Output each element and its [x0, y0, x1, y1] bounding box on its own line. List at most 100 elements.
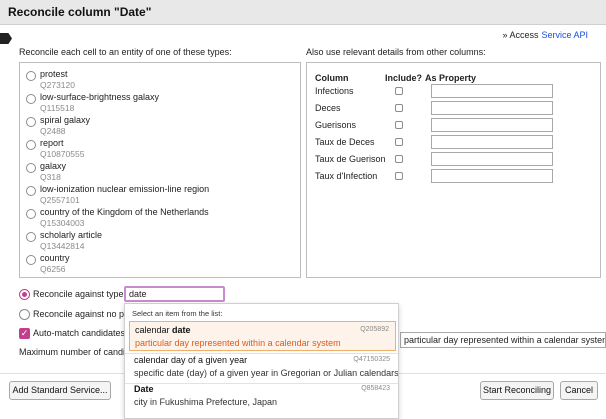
- column-row: Taux d'Infection: [315, 169, 595, 186]
- type-radio[interactable]: [26, 71, 36, 81]
- include-header: Include?: [385, 73, 423, 83]
- type-name: low-surface-brightness galaxy: [40, 92, 160, 102]
- suggestion-name: calendar date: [135, 325, 191, 335]
- type-radio[interactable]: [26, 163, 36, 173]
- type-id: Q273120: [40, 80, 75, 90]
- type-option[interactable]: report Q10870555: [20, 138, 300, 161]
- property-input[interactable]: [431, 135, 553, 149]
- column-name: Taux de Deces: [315, 137, 375, 147]
- type-radio[interactable]: [26, 209, 36, 219]
- type-suggestions-dropdown: Select an item from the list: calendar d…: [124, 303, 399, 419]
- type-option[interactable]: scholarly article Q13442814: [20, 230, 300, 253]
- start-reconciling-button[interactable]: Start Reconciling: [480, 381, 554, 400]
- type-id: Q318: [40, 172, 61, 182]
- column-name: Infections: [315, 86, 354, 96]
- property-input[interactable]: [431, 169, 553, 183]
- suggestion-item[interactable]: calendar day of a given year Q47150325 s…: [129, 352, 399, 382]
- no-particular-type-label: Reconcile against no pa: [33, 309, 130, 319]
- type-radio[interactable]: [26, 140, 36, 150]
- dropdown-hint: Select an item from the list:: [132, 309, 223, 318]
- type-option[interactable]: galaxy Q318: [20, 161, 300, 184]
- type-id: Q2557101: [40, 195, 80, 205]
- suggestion-name: calendar day of a given year: [134, 355, 247, 365]
- column-name: Taux d'Infection: [315, 171, 378, 181]
- column-row: Guerisons: [315, 118, 595, 135]
- property-input[interactable]: [431, 152, 553, 166]
- add-standard-service-button[interactable]: Add Standard Service...: [9, 381, 111, 400]
- suggestion-description: city in Fukushima Prefecture, Japan: [134, 397, 278, 407]
- type-option[interactable]: country of the Kingdom of the Netherland…: [20, 207, 300, 230]
- suggestion-id: Q858423: [361, 385, 390, 392]
- type-name: protest: [40, 69, 68, 79]
- include-checkbox[interactable]: [395, 155, 403, 163]
- property-input[interactable]: [431, 118, 553, 132]
- panel-toggle-icon[interactable]: [0, 33, 12, 44]
- suggestion-name-match: Date: [134, 384, 154, 394]
- type-name: scholarly article: [40, 230, 103, 240]
- type-radio[interactable]: [26, 117, 36, 127]
- against-type-label: Reconcile against type:: [33, 289, 127, 299]
- property-header: As Property: [425, 73, 477, 83]
- type-name: country of the Kingdom of the Netherland…: [40, 207, 209, 217]
- type-id: Q10870555: [40, 149, 85, 159]
- type-name: report: [40, 138, 64, 148]
- type-name: low-ionization nuclear emission-line reg…: [40, 184, 210, 194]
- include-checkbox[interactable]: [395, 172, 403, 180]
- type-name: galaxy: [40, 161, 67, 171]
- columns-table: Column Include? As Property Infections D…: [306, 62, 601, 278]
- type-search-input[interactable]: date: [124, 286, 225, 302]
- property-value-input[interactable]: particular day represented within a cale…: [400, 332, 606, 348]
- column-row: Taux de Deces: [315, 135, 595, 152]
- suggestion-name-plain: calendar day of a given year: [134, 355, 248, 365]
- type-radio[interactable]: [26, 232, 36, 242]
- column-name: Guerisons: [315, 120, 357, 130]
- type-radio[interactable]: [26, 186, 36, 196]
- column-header: Column: [315, 73, 349, 83]
- suggestion-description: specific date (day) of a given year in G…: [134, 368, 399, 378]
- access-prefix: » Access: [502, 30, 539, 40]
- include-checkbox[interactable]: [395, 104, 403, 112]
- suggestion-description: particular day represented within a cale…: [135, 338, 341, 348]
- cancel-button[interactable]: Cancel: [560, 381, 598, 400]
- type-option[interactable]: low-surface-brightness galaxy Q115518: [20, 92, 300, 115]
- suggestion-name-match: date: [172, 325, 191, 335]
- type-option[interactable]: low-ionization nuclear emission-line reg…: [20, 184, 300, 207]
- type-id: Q15304003: [40, 218, 85, 228]
- type-id: Q2488: [40, 126, 66, 136]
- property-input[interactable]: [431, 84, 553, 98]
- columns-heading: Also use relevant details from other col…: [306, 47, 486, 57]
- types-list[interactable]: protest Q273120 low-surface-brightness g…: [19, 62, 301, 278]
- type-name: spiral galaxy: [40, 115, 91, 125]
- property-input[interactable]: [431, 101, 553, 115]
- type-name: country: [40, 253, 70, 263]
- suggestion-name: Date: [134, 384, 154, 394]
- include-checkbox[interactable]: [395, 138, 403, 146]
- type-id: Q6256: [40, 264, 66, 274]
- no-particular-type-radio[interactable]: [19, 309, 30, 320]
- suggestion-item[interactable]: Date Q858423 city in Fukushima Prefectur…: [129, 381, 396, 411]
- column-name: Deces: [315, 103, 341, 113]
- against-type-radio[interactable]: [19, 289, 30, 300]
- max-candidates-label: Maximum number of candid: [19, 347, 131, 357]
- type-option[interactable]: protest Q273120: [20, 69, 300, 92]
- type-radio[interactable]: [26, 94, 36, 104]
- include-checkbox[interactable]: [395, 121, 403, 129]
- access-service-api: » Access Service API: [502, 30, 588, 40]
- include-checkbox[interactable]: [395, 87, 403, 95]
- column-row: Deces: [315, 101, 595, 118]
- types-heading: Reconcile each cell to an entity of one …: [19, 47, 232, 57]
- dialog-title: Reconcile column "Date": [0, 0, 606, 25]
- type-option[interactable]: spiral galaxy Q2488: [20, 115, 300, 138]
- type-radio[interactable]: [26, 255, 36, 265]
- type-id: Q13442814: [40, 241, 85, 251]
- column-name: Taux de Guerison: [315, 154, 386, 164]
- auto-match-label: Auto-match candidates v: [33, 328, 133, 338]
- type-id: Q115518: [40, 103, 75, 113]
- auto-match-checkbox[interactable]: ✓: [19, 328, 30, 339]
- service-api-link[interactable]: Service API: [541, 30, 588, 40]
- column-row: Taux de Guerison: [315, 152, 595, 169]
- suggestion-name-plain: calendar: [135, 325, 170, 335]
- column-row: Infections: [315, 84, 595, 101]
- type-option[interactable]: country Q6256: [20, 253, 300, 276]
- suggestion-item[interactable]: calendar date Q205892 particular day rep…: [129, 321, 396, 351]
